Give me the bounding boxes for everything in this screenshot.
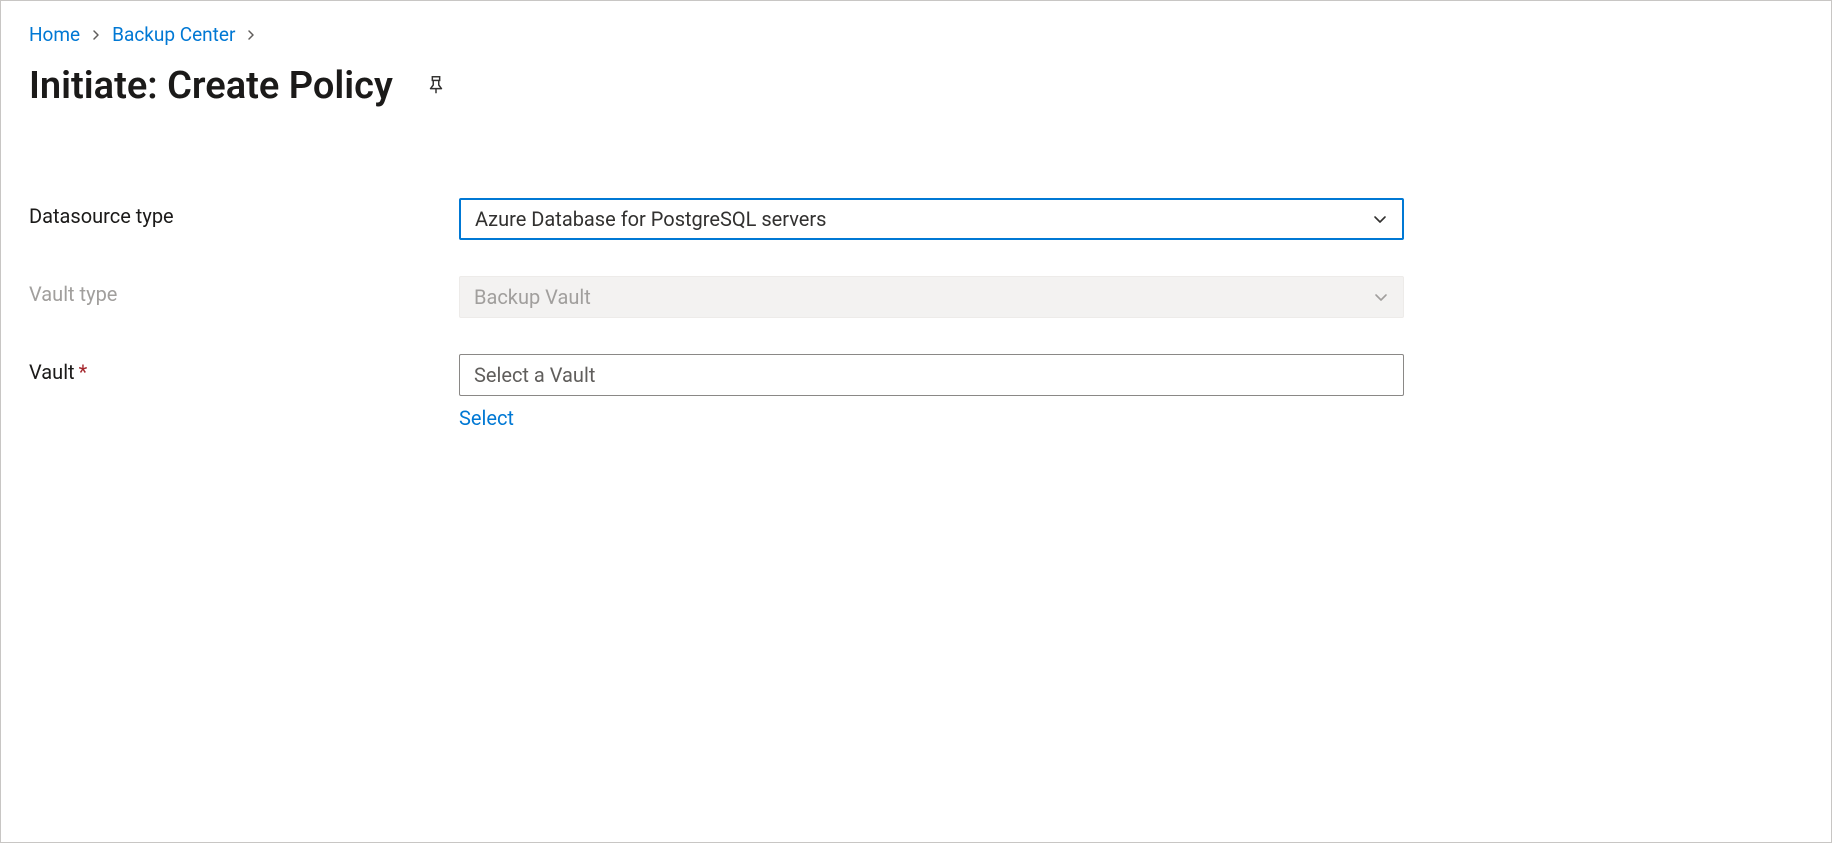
chevron-down-icon <box>1372 211 1388 227</box>
breadcrumb-backup-center[interactable]: Backup Center <box>112 23 235 46</box>
breadcrumb: Home Backup Center <box>29 23 1803 46</box>
datasource-type-value: Azure Database for PostgreSQL servers <box>475 207 827 231</box>
datasource-type-label: Datasource type <box>29 198 459 228</box>
vault-label: Vault* <box>29 354 459 384</box>
vault-select-link[interactable]: Select <box>459 406 514 430</box>
vault-type-dropdown: Backup Vault <box>459 276 1404 318</box>
chevron-right-icon <box>245 29 257 41</box>
chevron-right-icon <box>90 29 102 41</box>
pin-icon <box>425 74 447 99</box>
required-asterisk: * <box>79 360 88 384</box>
pin-button[interactable] <box>421 70 451 103</box>
datasource-type-dropdown[interactable]: Azure Database for PostgreSQL servers <box>459 198 1404 240</box>
form-row-vault-type: Vault type Backup Vault <box>29 276 1803 318</box>
page-title: Initiate: Create Policy <box>29 64 393 108</box>
chevron-down-icon <box>1373 289 1389 305</box>
form-row-datasource-type: Datasource type Azure Database for Postg… <box>29 198 1803 240</box>
vault-type-value: Backup Vault <box>474 285 591 309</box>
breadcrumb-home[interactable]: Home <box>29 23 80 46</box>
vault-type-label: Vault type <box>29 276 459 306</box>
title-row: Initiate: Create Policy <box>29 64 1803 108</box>
vault-input[interactable] <box>459 354 1404 396</box>
form-row-vault: Vault* Select <box>29 354 1803 430</box>
